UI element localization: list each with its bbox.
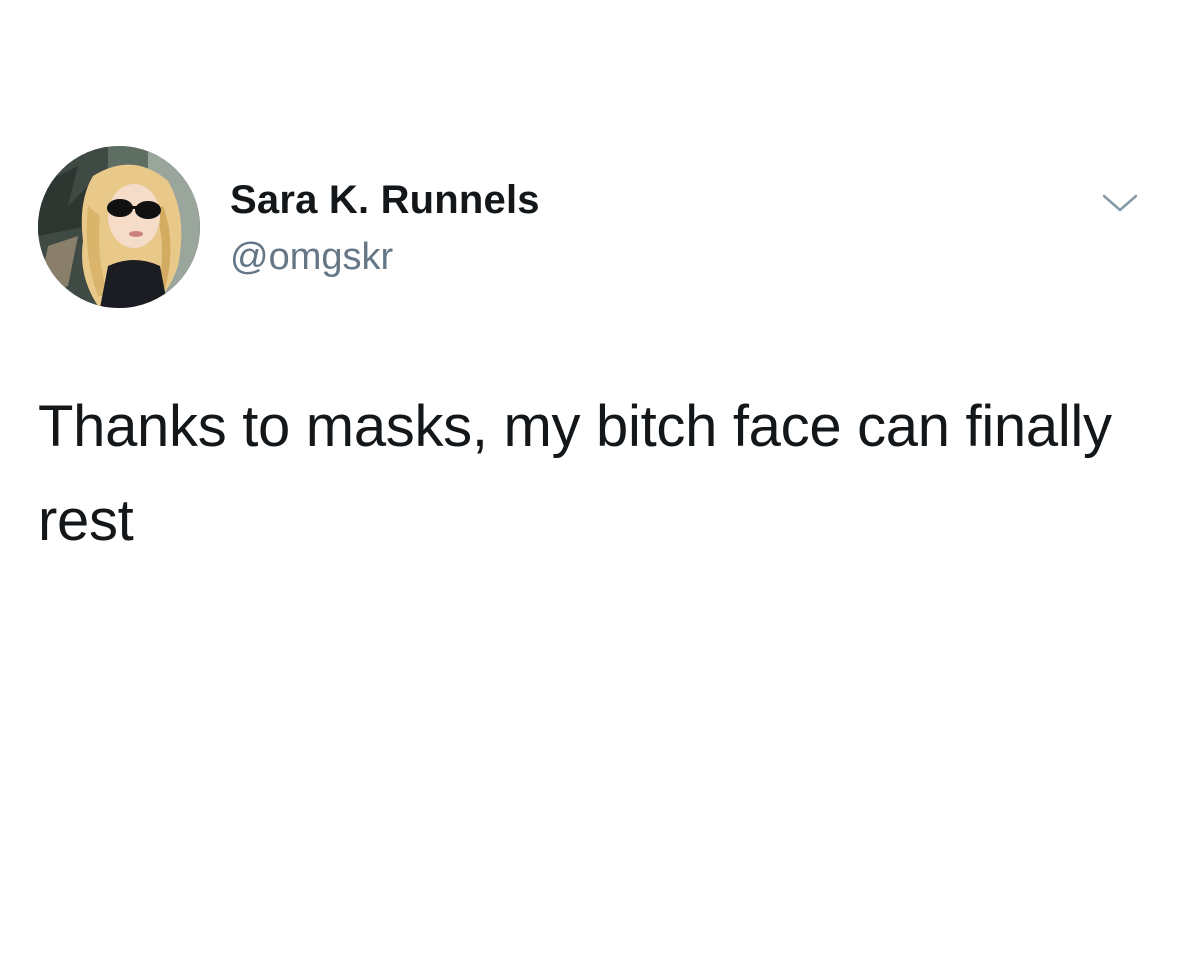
author-display-name[interactable]: Sara K. Runnels: [230, 174, 540, 226]
author-handle[interactable]: @omgskr: [230, 232, 393, 282]
profile-photo-icon: [38, 146, 200, 308]
chevron-down-icon: [1102, 194, 1138, 212]
avatar[interactable]: [38, 146, 200, 308]
tweet-menu-button[interactable]: [1096, 188, 1144, 220]
tweet-card: Sara K. Runnels @omgskr Thanks to masks,…: [0, 0, 1184, 958]
tweet-text: Thanks to masks, my bitch face can final…: [38, 394, 1112, 553]
